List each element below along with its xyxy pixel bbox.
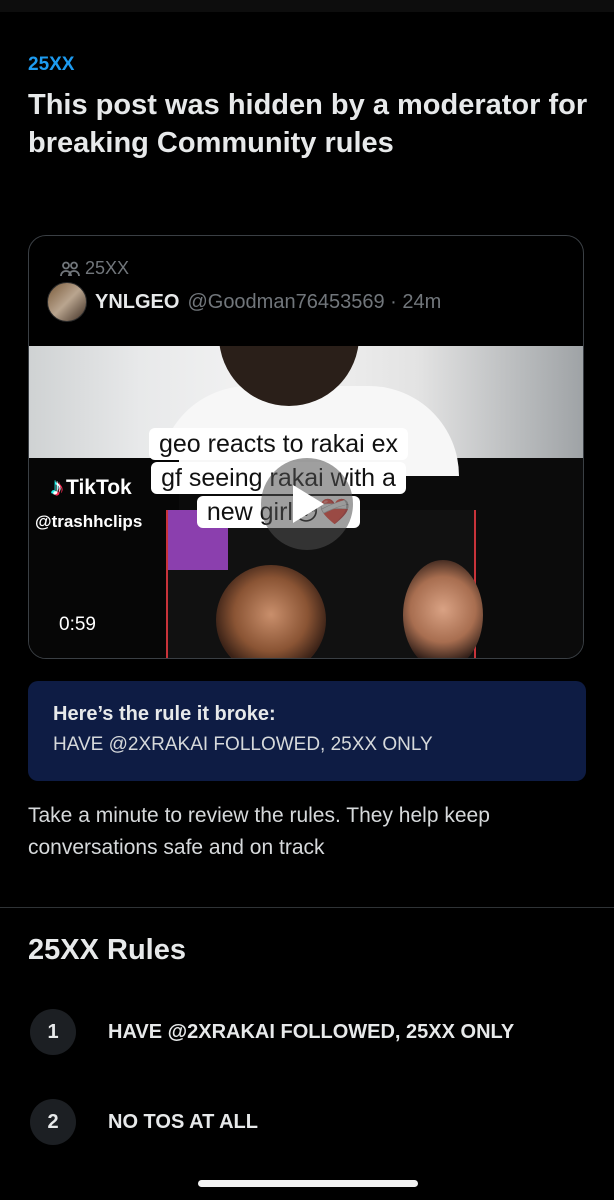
hidden-post-card[interactable]: 25XX YNLGEO @Goodman76453569 · 24m ♪ Tik…: [28, 235, 584, 659]
status-bar: [0, 0, 614, 12]
broken-rule-title: Here’s the rule it broke:: [53, 703, 276, 725]
tiktok-handle: @trashhclips: [35, 512, 143, 531]
review-rules-text: Take a minute to review the rules. They …: [28, 804, 490, 859]
post-community-label[interactable]: 25XX: [60, 258, 129, 279]
post-community-name: 25XX: [85, 258, 130, 278]
broken-rule-text: HAVE @2XRAKAI FOLLOWED, 25XX ONLY: [53, 734, 433, 755]
caption-line: geo reacts to rakai ex: [149, 428, 409, 460]
tiktok-label: TikTok: [66, 476, 132, 499]
rule-text: NO TOS AT ALL: [108, 1110, 258, 1133]
page-title: This post was hidden by a moderator for …: [28, 89, 588, 159]
broken-rule-notice: Here’s the rule it broke: HAVE @2XRAKAI …: [28, 681, 586, 781]
rules-section-title: 25XX Rules: [28, 934, 186, 966]
tiktok-watermark: ♪ TikTok: [51, 474, 132, 502]
rule-item[interactable]: 1 HAVE @2XRAKAI FOLLOWED, 25XX ONLY: [30, 1009, 514, 1055]
rule-number-badge: 1: [30, 1009, 76, 1055]
post-author-row[interactable]: YNLGEO @Goodman76453569 · 24m: [47, 282, 441, 322]
divider: [0, 907, 614, 908]
community-link[interactable]: 25XX: [28, 54, 74, 76]
video-player[interactable]: ♪ TikTok @trashhclips geo reacts to raka…: [29, 346, 583, 658]
avatar[interactable]: [47, 282, 87, 322]
play-button[interactable]: [261, 458, 353, 550]
home-indicator[interactable]: [198, 1180, 418, 1187]
people-icon: [60, 261, 80, 277]
author-name[interactable]: YNLGEO: [95, 291, 179, 314]
video-duration: 0:59: [59, 614, 96, 635]
play-icon: [293, 485, 324, 523]
tiktok-icon: ♪: [51, 474, 63, 501]
author-handle-timestamp: @Goodman76453569 · 24m: [187, 290, 442, 313]
rule-text: HAVE @2XRAKAI FOLLOWED, 25XX ONLY: [108, 1020, 515, 1043]
rule-number-badge: 2: [30, 1099, 76, 1145]
rule-item[interactable]: 2 NO TOS AT ALL: [30, 1099, 258, 1145]
